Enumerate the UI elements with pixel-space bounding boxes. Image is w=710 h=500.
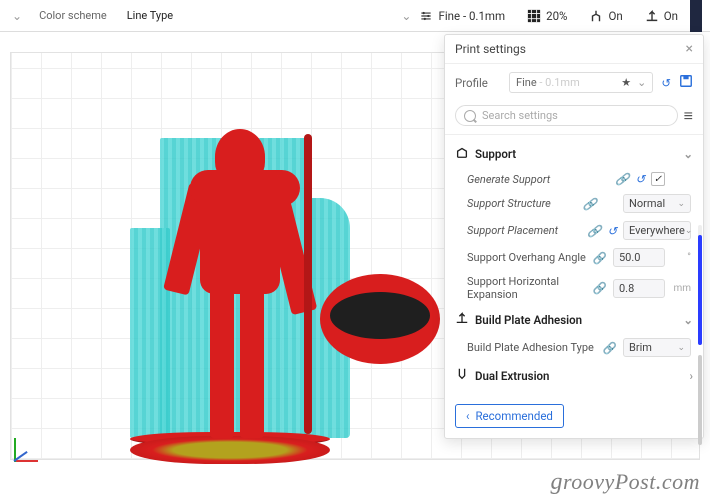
support-icon [455,145,469,162]
support-placement-select[interactable]: Everywhere⌄ [623,221,691,240]
support-toggle-button[interactable]: On [585,7,626,25]
generate-support-checkbox[interactable]: ✓ [651,172,665,186]
settings-scrollbar[interactable] [698,225,702,344]
dual-extrusion-icon [455,367,469,384]
support-icon [589,9,603,23]
quality-preset-label: Fine - 0.1mm [438,9,505,23]
x-axis [14,460,38,462]
link-icon[interactable]: 🔗 [615,172,629,186]
support-toggle-label: On [608,9,622,23]
side-pod-model [320,274,440,364]
print-settings-panel: Print settings × Profile Fine - 0.1mm ★ … [444,34,704,439]
chevron-down-icon: ⌄ [683,313,693,327]
link-icon[interactable]: 🔗 [583,197,597,211]
infill-button[interactable]: 20% [523,7,571,25]
right-dark-strip [690,0,702,32]
profile-select[interactable]: Fine - 0.1mm ★ ⌄ [509,72,653,93]
hamburger-icon[interactable]: ≡ [684,111,693,121]
recommended-button[interactable]: ‹ Recommended [455,404,564,428]
overhang-angle-input[interactable]: 50.0 [613,248,665,267]
color-scheme-label: Color scheme [32,5,114,26]
adhesion-toggle-button[interactable]: On [641,7,682,25]
axis-gizmo [14,438,38,462]
chevron-right-icon: › [690,369,693,383]
dual-extrusion-section-header[interactable]: Dual Extrusion › [445,361,703,390]
reset-icon[interactable]: ↺ [635,172,645,186]
support-structure-select[interactable]: Normal⌄ [623,194,691,213]
adhesion-icon [645,9,659,23]
row-support-structure: Support Structure 🔗 Normal⌄ [445,190,703,217]
section-support: Support ⌄ Generate Support 🔗 ↺ ✓ Support… [445,135,703,394]
row-adhesion-type: Build Plate Adhesion Type 🔗 Brim⌄ [445,334,703,361]
degree-unit: ° [671,252,691,263]
infill-icon [527,9,541,23]
search-input[interactable]: Search settings [455,105,678,126]
horizontal-expansion-input[interactable]: 0.8 [613,279,665,298]
color-scheme-value[interactable]: Line Type [120,5,180,26]
mm-unit: mm [671,283,691,294]
chevron-down-icon[interactable]: ⌄ [401,9,411,23]
link-icon[interactable]: 🔗 [603,341,617,355]
link-icon[interactable]: 🔗 [593,281,607,295]
row-horizontal-expansion: Support Horizontal Expansion 🔗 0.8 mm [445,271,703,305]
star-icon[interactable]: ★ [621,76,631,89]
row-overhang-angle: Support Overhang Angle 🔗 50.0 ° [445,244,703,271]
reset-icon[interactable]: ↺ [607,224,617,238]
panel-title: Print settings [455,42,526,56]
watermark: ggroovyPost.comroovyPost.com [550,469,700,496]
chevron-left-icon: ‹ [466,409,469,423]
reset-icon[interactable]: ↺ [661,76,671,90]
chevron-down-icon[interactable]: ⌄ [12,9,22,23]
save-profile-icon[interactable] [679,74,693,91]
chevron-down-icon: ⌄ [683,147,693,161]
sliced-model-preview [120,94,380,464]
quality-preset-button[interactable]: Fine - 0.1mm [415,7,509,25]
row-support-placement: Support Placement 🔗 ↺ Everywhere⌄ [445,217,703,244]
profile-label: Profile [455,76,501,90]
support-section-header[interactable]: Support ⌄ [445,139,703,168]
adhesion-type-select[interactable]: Brim⌄ [623,338,691,357]
chevron-down-icon: ⌄ [637,76,646,89]
adhesion-section-header[interactable]: Build Plate Adhesion ⌄ [445,305,703,334]
link-icon[interactable]: 🔗 [593,251,607,265]
adhesion-icon [455,311,469,328]
top-toolbar: ⌄ Color scheme Line Type ⌄ Fine - 0.1mm … [0,0,710,32]
infill-label: 20% [546,9,567,23]
sliders-icon [419,9,433,23]
row-generate-support: Generate Support 🔗 ↺ ✓ [445,168,703,190]
adhesion-toggle-label: On [664,9,678,23]
link-icon[interactable]: 🔗 [587,224,601,238]
close-icon[interactable]: × [686,41,693,57]
